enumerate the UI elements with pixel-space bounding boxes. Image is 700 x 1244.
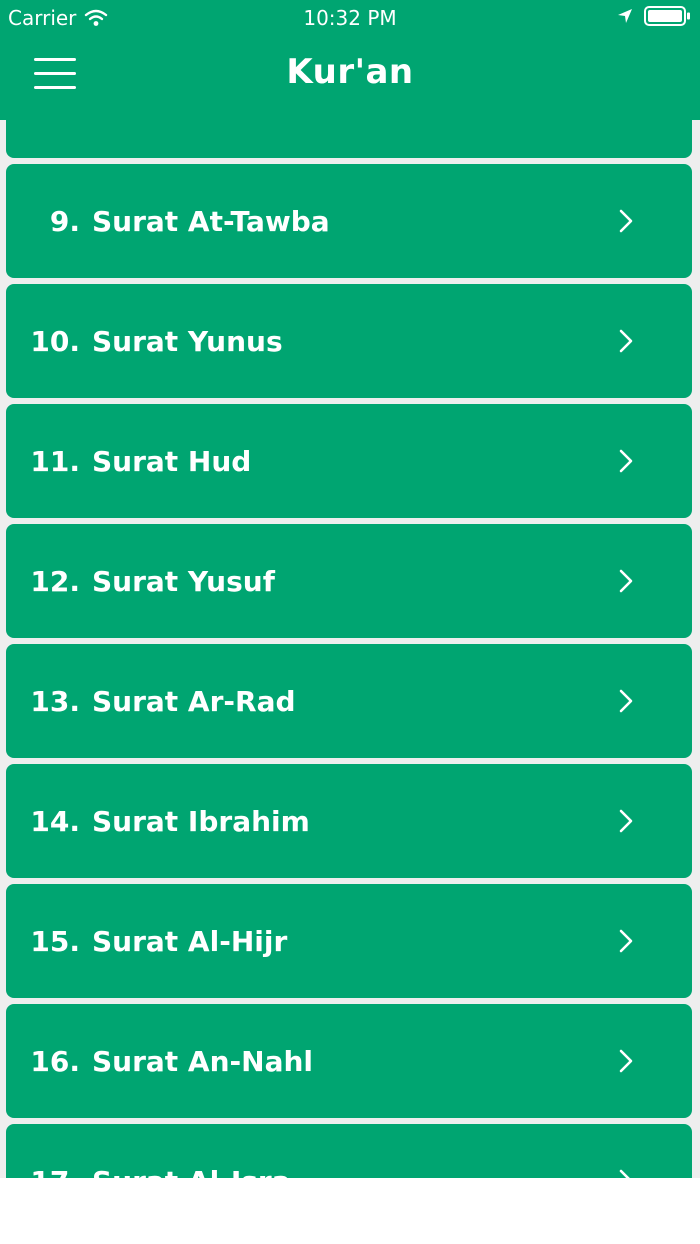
surah-label: 14. Surat Ibrahim <box>28 764 310 878</box>
status-right <box>616 5 692 27</box>
status-bar: Carrier 10:32 PM <box>0 0 700 36</box>
surah-label: 10. Surat Yunus <box>28 284 283 398</box>
surah-name: Surat Hud <box>92 444 252 478</box>
surah-label: 12. Surat Yusuf <box>28 524 275 638</box>
chevron-right-icon <box>619 929 633 953</box>
chevron-right-icon <box>619 209 633 233</box>
chevron-right-icon <box>619 449 633 473</box>
surah-label: 11. Surat Hud <box>28 404 251 518</box>
list-item[interactable]: 11. Surat Hud <box>6 404 692 518</box>
surah-label: 16. Surat An-Nahl <box>28 1004 313 1118</box>
list-item[interactable]: 15. Surat Al-Hijr <box>6 884 692 998</box>
list-item[interactable]: 13. Surat Ar-Rad <box>6 644 692 758</box>
surah-number: 15. <box>30 924 80 958</box>
list-item[interactable]: 10. Surat Yunus <box>6 284 692 398</box>
surah-name: Surat At-Tawba <box>92 204 330 238</box>
surah-name: Surat Ar-Rad <box>92 684 296 718</box>
surah-number: 11. <box>30 444 80 478</box>
page-title: Kur'an <box>286 52 414 92</box>
surah-name: Surat Al-Isra <box>92 1165 291 1179</box>
battery-icon <box>644 6 690 26</box>
surah-number: 13. <box>30 684 80 718</box>
list-item[interactable]: 16. Surat An-Nahl <box>6 1004 692 1118</box>
list-item[interactable]: 12. Surat Yusuf <box>6 524 692 638</box>
status-time: 10:32 PM <box>303 6 397 30</box>
chevron-right-icon <box>619 569 633 593</box>
navigation-header: Carrier 10:32 PM Kur'an <box>0 0 700 120</box>
surah-name: Surat Yunus <box>92 324 283 358</box>
surah-name: Surat Ibrahim <box>92 804 310 838</box>
list-item[interactable]: 9. Surat At-Tawba <box>6 164 692 278</box>
surah-number: 12. <box>30 564 80 598</box>
location-arrow-icon <box>618 9 632 23</box>
surah-number: 14. <box>30 804 80 838</box>
list-item[interactable]: 14. Surat Ibrahim <box>6 764 692 878</box>
surah-label: 9. Surat At-Tawba <box>28 164 330 278</box>
surah-number: 9. <box>49 204 80 238</box>
surah-name: Surat Al-Hijr <box>92 924 288 958</box>
surah-number: 17. <box>28 1165 80 1179</box>
chevron-right-icon <box>619 809 633 833</box>
list-item-partial-bottom[interactable]: 17. Surat Al-Isra <box>6 1124 692 1178</box>
surah-number: 10. <box>30 324 80 358</box>
chevron-right-icon <box>619 689 633 713</box>
surah-number: 16. <box>30 1044 80 1078</box>
chevron-right-icon <box>619 1049 633 1073</box>
surah-name: Surat Yusuf <box>92 564 275 598</box>
app-screen: Carrier 10:32 PM Kur'an 9. Surat At-Tawb… <box>0 0 700 1178</box>
surah-label: 15. Surat Al-Hijr <box>28 884 287 998</box>
surah-name: Surat An-Nahl <box>92 1044 314 1078</box>
chevron-right-icon <box>619 329 633 353</box>
chevron-right-icon <box>619 1169 630 1178</box>
surah-label: 13. Surat Ar-Rad <box>28 644 296 758</box>
surah-label: 17. Surat Al-Isra <box>28 1124 291 1179</box>
